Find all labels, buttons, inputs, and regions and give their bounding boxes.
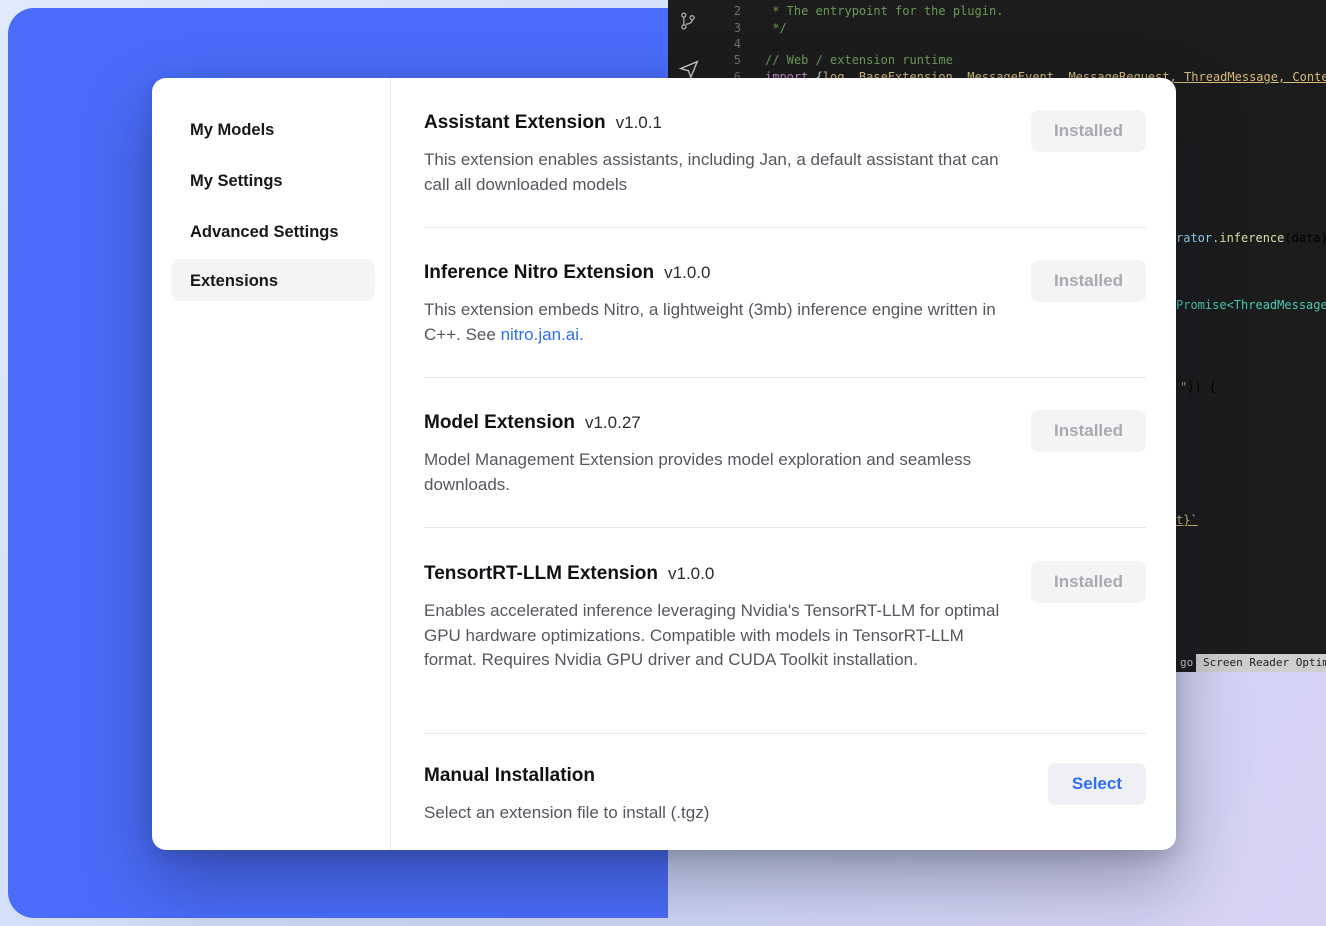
divider — [424, 527, 1146, 528]
extension-version: v1.0.0 — [664, 263, 710, 283]
extension-version: v1.0.1 — [616, 113, 662, 133]
installed-button[interactable]: Installed — [1031, 260, 1146, 302]
extension-row: TensortRT-LLM Extension v1.0.0 Enables a… — [424, 561, 1146, 673]
extension-version: v1.0.27 — [585, 413, 641, 433]
manual-installation-description: Select an extension file to install (.tg… — [424, 801, 1004, 826]
installed-button[interactable]: Installed — [1031, 561, 1146, 603]
extension-description: Enables accelerated inference leveraging… — [424, 599, 1004, 673]
nitro-jan-ai-link[interactable]: nitro.jan.ai. — [501, 325, 584, 344]
code-token: rator. — [1176, 231, 1219, 245]
divider — [424, 377, 1146, 378]
source-control-icon[interactable] — [678, 8, 698, 37]
status-bar-text: go — [1180, 656, 1193, 669]
code-token: (data)); — [1284, 231, 1326, 245]
installed-button[interactable]: Installed — [1031, 410, 1146, 452]
divider — [424, 733, 1146, 734]
sidebar-item-my-settings[interactable]: My Settings — [190, 169, 283, 193]
code-fragment-template: t}` — [1176, 512, 1198, 528]
extension-description: Model Management Extension provides mode… — [424, 448, 1004, 497]
installed-button[interactable]: Installed — [1031, 110, 1146, 152]
divider — [424, 227, 1146, 228]
screen-reader-status-chip[interactable]: Screen Reader Optimized — [1196, 654, 1326, 672]
line-number: 2 — [701, 3, 741, 19]
extension-name: Model Extension — [424, 410, 575, 436]
code-token: )) { — [1187, 380, 1216, 394]
code-fragment-promise: Promise<ThreadMessage> — [1176, 297, 1326, 313]
settings-modal: My Models My Settings Advanced Settings … — [152, 78, 1176, 850]
select-file-button[interactable]: Select — [1048, 763, 1146, 805]
code-line-comment: * The entrypoint for the plugin. — [765, 3, 1003, 19]
code-fragment-paren: ")) { — [1180, 379, 1216, 395]
extension-row: Model Extension v1.0.27 Model Management… — [424, 410, 1146, 497]
extension-version: v1.0.0 — [668, 564, 714, 584]
sidebar-item-advanced-settings[interactable]: Advanced Settings — [190, 220, 339, 244]
code-line-comment: // Web / extension runtime — [765, 52, 953, 68]
extension-row: Assistant Extension v1.0.1 This extensio… — [424, 110, 1146, 197]
line-number: 5 — [701, 52, 741, 68]
extension-row: Inference Nitro Extension v1.0.0 This ex… — [424, 260, 1146, 347]
code-token: inference — [1219, 231, 1284, 245]
extension-name: Assistant Extension — [424, 110, 606, 136]
extension-description: This extension embeds Nitro, a lightweig… — [424, 298, 1004, 347]
line-number: 4 — [701, 36, 741, 52]
manual-installation-title: Manual Installation — [424, 763, 595, 789]
line-number: 3 — [701, 20, 741, 36]
sidebar-item-extensions[interactable]: Extensions — [190, 269, 278, 293]
code-fragment-inference: rator.inference(data)); — [1176, 230, 1326, 246]
divider — [390, 78, 391, 850]
extension-name: TensortRT-LLM Extension — [424, 561, 658, 587]
extension-name: Inference Nitro Extension — [424, 260, 654, 286]
manual-installation-row: Manual Installation Select an extension … — [424, 763, 1146, 826]
extension-description: This extension enables assistants, inclu… — [424, 148, 1004, 197]
sidebar-item-my-models[interactable]: My Models — [190, 118, 274, 142]
code-line-comment: */ — [765, 20, 787, 36]
